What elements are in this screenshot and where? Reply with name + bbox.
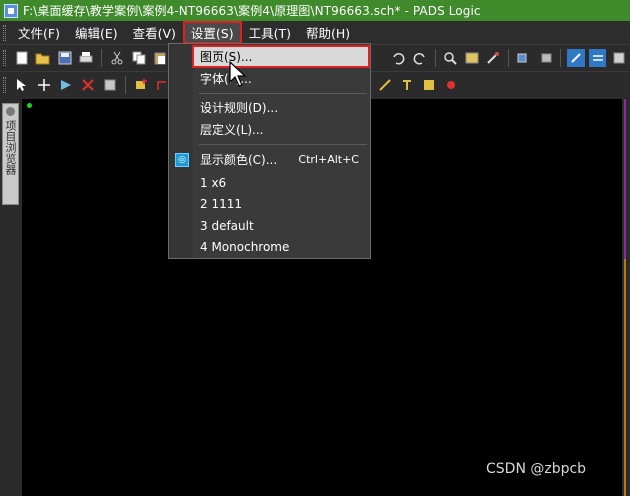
print-icon[interactable] [78, 49, 96, 67]
menu-item-design-rules-label: 设计规则(D)... [200, 101, 279, 115]
toolbar-separator [508, 49, 510, 67]
undo-icon[interactable] [389, 49, 407, 67]
layout-icon[interactable] [463, 49, 481, 67]
menu-separator [199, 144, 367, 145]
menu-separator [199, 93, 367, 94]
menu-file[interactable]: 文件(F) [11, 21, 67, 44]
menu-edit[interactable]: 编辑(E) [68, 21, 125, 44]
menu-item-display-colors[interactable]: 显示颜色(C)... Ctrl+Alt+C [193, 149, 369, 170]
menubar-grip[interactable] [3, 24, 6, 41]
menu-item-fonts[interactable]: 字体(F)... [193, 68, 369, 89]
menu-item-recent-color-4[interactable]: 4 Monochrome [193, 236, 369, 257]
menu-item-sheets[interactable]: 图页(S)... [192, 45, 370, 68]
zoom-icon[interactable] [442, 49, 460, 67]
brush-icon[interactable] [485, 49, 503, 67]
add-connector-icon[interactable] [442, 76, 460, 94]
toolbar-separator [101, 49, 103, 67]
delete-icon[interactable] [79, 76, 97, 94]
recent-color-3-label: 3 default [200, 218, 254, 233]
recent-color-2-label: 2 1111 [200, 196, 242, 211]
toolbar-grip[interactable] [3, 50, 6, 66]
recent-color-1-label: 1 x6 [200, 175, 227, 190]
menu-tools[interactable]: 工具(T) [242, 21, 298, 44]
display-colors-icon: ◎ [175, 153, 189, 167]
left-dock-panel: 项目浏览器 [0, 99, 22, 496]
menu-view[interactable]: 查看(V) [126, 21, 183, 44]
recent-color-4-label: 4 Monochrome [200, 239, 290, 254]
open-icon[interactable] [35, 49, 53, 67]
properties-icon[interactable] [101, 76, 119, 94]
compare-icon[interactable] [588, 49, 607, 67]
link-icon[interactable] [515, 49, 533, 67]
save-icon[interactable] [56, 49, 74, 67]
menu-item-layer-definition[interactable]: 层定义(L)... [193, 119, 369, 140]
menu-icon-strip [169, 44, 193, 258]
setup-dropdown-menu: 图页(S)... 字体(F)... 设计规则(D)... 层定义(L)... ◎… [168, 43, 371, 259]
menu-item-design-rules[interactable]: 设计规则(D)... [193, 97, 369, 118]
add-text-icon[interactable] [398, 76, 416, 94]
display-colors-shortcut: Ctrl+Alt+C [298, 153, 359, 166]
sheet-border-bottom-segment [624, 259, 626, 496]
toolbar-separator [560, 49, 562, 67]
menu-item-recent-color-3[interactable]: 3 default [193, 215, 369, 236]
pointer-icon[interactable] [57, 76, 75, 94]
new-icon[interactable] [13, 49, 31, 67]
title-bar: F:\桌面缓存\教学案例\案例4-NT96663\案例4\原理图\NT96663… [0, 0, 630, 21]
select-icon[interactable] [13, 76, 31, 94]
redo-icon[interactable] [411, 49, 429, 67]
menu-setup[interactable]: 设置(S) [182, 21, 242, 44]
move-icon[interactable] [35, 76, 53, 94]
mouse-cursor-icon [229, 61, 247, 87]
add-part-icon[interactable] [132, 76, 150, 94]
import-icon[interactable] [537, 49, 555, 67]
origin-marker [27, 103, 32, 108]
project-explorer-tab[interactable]: 项目浏览器 [2, 103, 19, 205]
menu-item-layer-definition-label: 层定义(L)... [200, 123, 264, 137]
project-explorer-label: 项目浏览器 [4, 120, 17, 175]
menu-bar: 文件(F) 编辑(E) 查看(V) 设置(S) 工具(T) 帮助(H) [0, 21, 630, 44]
menu-item-display-colors-label: 显示颜色(C)... [200, 153, 278, 167]
toolbar-separator [434, 49, 436, 67]
cut-icon[interactable] [108, 49, 126, 67]
menu-item-recent-color-2[interactable]: 2 1111 [193, 193, 369, 214]
netlist-icon[interactable] [610, 49, 628, 67]
watermark-text: CSDN @zbpcb [486, 461, 587, 477]
project-explorer-icon [6, 107, 15, 116]
toolbar-grip[interactable] [3, 77, 6, 93]
paste-icon[interactable] [151, 49, 169, 67]
menu-help[interactable]: 帮助(H) [299, 21, 357, 44]
sheet-border-top-segment [624, 99, 626, 259]
add-field-icon[interactable] [420, 76, 438, 94]
copy-icon[interactable] [130, 49, 148, 67]
window-title: F:\桌面缓存\教学案例\案例4-NT96663\案例4\原理图\NT96663… [23, 4, 481, 18]
menu-item-recent-color-1[interactable]: 1 x6 [193, 172, 369, 193]
pads-logic-app-icon [4, 3, 18, 18]
add-bus-icon[interactable] [376, 76, 394, 94]
sync-icon[interactable] [567, 49, 585, 67]
toolbar-separator [125, 76, 126, 94]
